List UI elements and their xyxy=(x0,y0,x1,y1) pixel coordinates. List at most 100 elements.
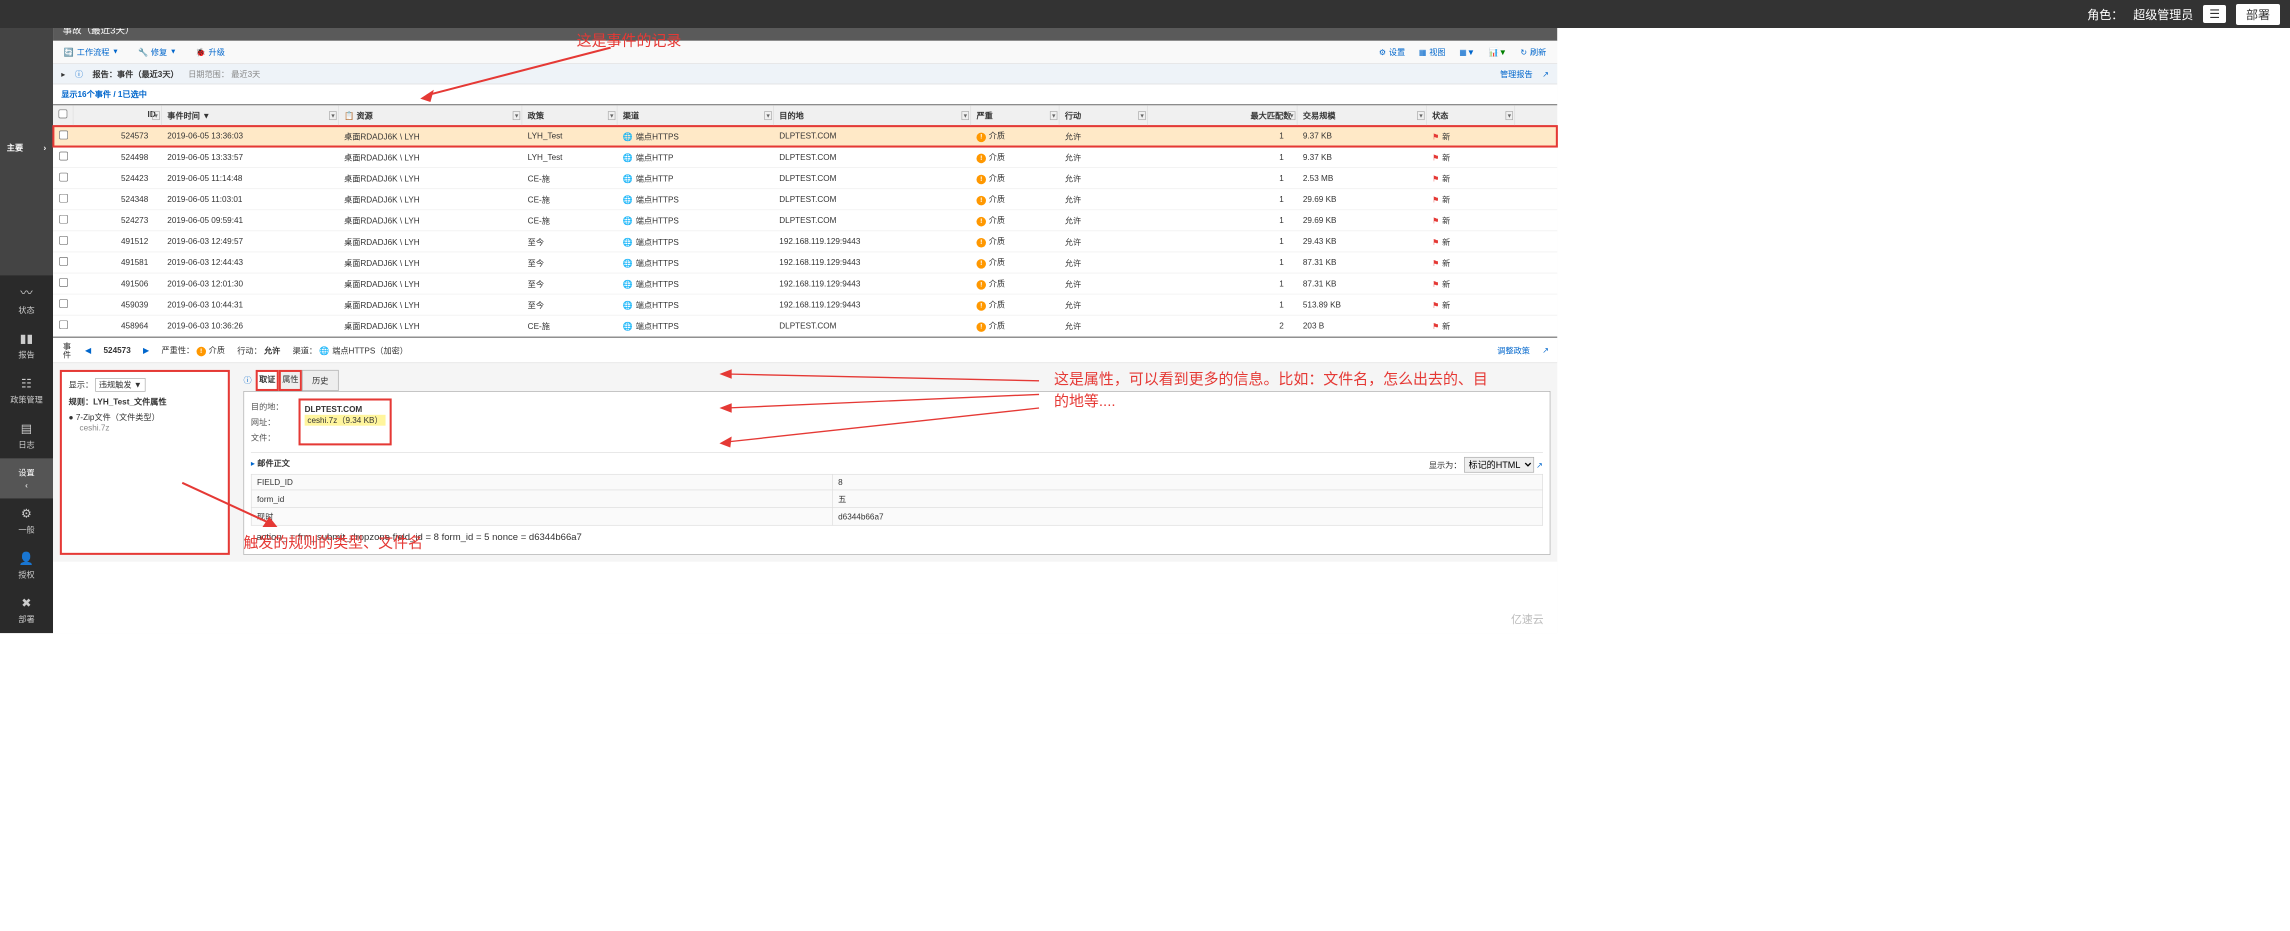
table-row[interactable]: 4589642019-06-03 10:36:26桌面RDADJ6K \ LYH… xyxy=(53,316,1557,337)
row-checkbox[interactable] xyxy=(59,236,68,245)
rule-file: ceshi.7z xyxy=(80,423,221,433)
deploy-button[interactable]: 部署 xyxy=(2236,4,2280,25)
detail-header: 事件 ◀ 524573 ▶ 严重性： !介质 行动： 允许 渠道： 🌐端点HTT… xyxy=(53,338,1557,363)
sidebar-auth[interactable]: 👤授权 xyxy=(0,543,53,588)
file-value: ceshi.7z（9.34 KB） xyxy=(305,415,386,426)
sidebar-policy[interactable]: ☷政策管理 xyxy=(0,369,53,414)
layout-icon[interactable]: ▦▼ xyxy=(1456,44,1477,61)
tab-evidence[interactable]: 取证 xyxy=(256,370,279,391)
row-checkbox[interactable] xyxy=(59,152,68,161)
row-checkbox[interactable] xyxy=(59,320,68,329)
action-line: action_ = frm_submit_dropzone field_id =… xyxy=(251,526,1543,548)
rule-title: 规则：LYH_Test_文件属性 xyxy=(69,396,221,408)
row-checkbox[interactable] xyxy=(59,194,68,203)
rule-item: 7-Zip文件（文件类型） xyxy=(76,413,160,423)
sidebar-status[interactable]: 〰状态 xyxy=(0,275,53,323)
info-icon[interactable]: ⓘ xyxy=(75,68,83,80)
col-channel[interactable]: 渠道▾ xyxy=(617,105,773,125)
col-trans[interactable]: 交易规模▾ xyxy=(1297,105,1426,125)
table-row[interactable]: 5244232019-06-05 11:14:48桌面RDADJ6K \ LYH… xyxy=(53,168,1557,189)
workflow-icon: 🔄 xyxy=(64,47,74,57)
external-icon[interactable]: ↗ xyxy=(1542,69,1549,79)
col-status[interactable]: 状态▾ xyxy=(1427,105,1515,125)
table-row[interactable]: 4915122019-06-03 12:49:57桌面RDADJ6K \ LYH… xyxy=(53,231,1557,252)
workflow-button[interactable]: 🔄工作流程▼ xyxy=(61,44,121,61)
sidebar-deploy[interactable]: ✖部署 xyxy=(0,588,53,633)
row-checkbox[interactable] xyxy=(59,257,68,266)
expand-icon[interactable]: ▸ xyxy=(61,69,65,79)
refresh-icon: ↻ xyxy=(1520,47,1527,57)
sidebar-settings[interactable]: 设置‹ xyxy=(0,458,53,498)
row-checkbox[interactable] xyxy=(59,173,68,182)
col-resource[interactable]: 📋 资源▾ xyxy=(339,105,523,125)
table-row[interactable]: 5244982019-06-05 13:33:57桌面RDADJ6K \ LYH… xyxy=(53,147,1557,168)
row-checkbox[interactable] xyxy=(59,299,68,308)
wrench-icon: ✖ xyxy=(21,596,31,610)
rule-box: 显示： 违规触发 ▼ 规则：LYH_Test_文件属性 ● 7-Zip文件（文件… xyxy=(60,370,230,555)
table-row[interactable]: 4915062019-06-03 12:01:30桌面RDADJ6K \ LYH… xyxy=(53,273,1557,294)
side-label: 事件 xyxy=(61,342,73,358)
table-row[interactable]: 5242732019-06-05 09:59:41桌面RDADJ6K \ LYH… xyxy=(53,210,1557,231)
toolbar: 🔄工作流程▼ 🔧修复▼ 🐞升级 ⚙设置 ▦视图 ▦▼ 📊▼ ↻刷新 xyxy=(53,41,1557,64)
row-checkbox[interactable] xyxy=(59,278,68,287)
sidebar-report[interactable]: ▮▮报告 xyxy=(0,324,53,369)
detail-id: 524573 xyxy=(104,345,131,355)
file-info-box: DLPTEST.COM ceshi.7z（9.34 KB） xyxy=(299,398,392,445)
count-text: 显示16个事件 / 1已选中 xyxy=(53,84,1557,104)
pulse-icon: 〰 xyxy=(20,284,32,302)
adjust-policy-link[interactable]: 调整政策 xyxy=(1497,344,1530,356)
wrench-icon: 🔧 xyxy=(138,47,148,57)
prev-icon[interactable]: ◀ xyxy=(85,345,91,355)
manage-report-link[interactable]: 管理报告 xyxy=(1500,68,1533,80)
repair-button[interactable]: 🔧修复▼ xyxy=(135,44,179,61)
settings-button[interactable]: ⚙设置 xyxy=(1376,44,1408,61)
select-all-checkbox[interactable] xyxy=(58,109,67,118)
sidebar-log[interactable]: ▤日志 xyxy=(0,413,53,458)
tab-props[interactable]: 属性 xyxy=(279,370,302,391)
col-id[interactable]: ID▾ xyxy=(73,105,161,125)
table-row[interactable]: 5243482019-06-05 11:03:01桌面RDADJ6K \ LYH… xyxy=(53,189,1557,210)
bar-chart-icon: ▮▮ xyxy=(20,332,33,346)
upgrade-button[interactable]: 🐞升级 xyxy=(193,44,228,61)
table-row[interactable]: 5245732019-06-05 13:36:03桌面RDADJ6K \ LYH… xyxy=(53,126,1557,147)
tab-history[interactable]: 历史 xyxy=(302,370,339,391)
external-icon[interactable]: ↗ xyxy=(1536,460,1543,470)
table-row[interactable]: 4590392019-06-03 10:44:31桌面RDADJ6K \ LYH… xyxy=(53,294,1557,315)
col-dest[interactable]: 目的地▾ xyxy=(774,105,971,125)
detail-tabs: 取证 属性 历史 xyxy=(256,370,339,391)
main-panel: 事故（最近3天） 🔄工作流程▼ 🔧修复▼ 🐞升级 ⚙设置 ▦视图 ▦▼ 📊▼ ↻… xyxy=(53,0,1557,633)
view-button[interactable]: ▦视图 xyxy=(1416,44,1448,61)
event-grid: ID▾ 事件时间 ▼▾ 📋 资源▾ 政策▾ 渠道▾ 目的地▾ 严重▾ 行动▾ 最… xyxy=(53,104,1557,337)
grid-icon: ▦ xyxy=(1419,47,1427,57)
field-row: form_id五 xyxy=(251,490,1542,508)
refresh-button[interactable]: ↻刷新 xyxy=(1518,44,1549,61)
col-time[interactable]: 事件时间 ▼▾ xyxy=(162,105,339,125)
field-row: FIELD_ID8 xyxy=(251,474,1542,490)
grid-header: ID▾ 事件时间 ▼▾ 📋 资源▾ 政策▾ 渠道▾ 目的地▾ 严重▾ 行动▾ 最… xyxy=(53,105,1557,125)
col-action[interactable]: 行动▾ xyxy=(1059,105,1147,125)
row-checkbox[interactable] xyxy=(59,131,68,140)
chevron-right-icon: › xyxy=(44,142,47,152)
table-row[interactable]: 4915812019-06-03 12:44:43桌面RDADJ6K \ LYH… xyxy=(53,252,1557,273)
menu-icon[interactable]: ☰ xyxy=(2203,5,2226,23)
info-icon[interactable]: ⓘ xyxy=(243,374,251,386)
user-icon: 👤 xyxy=(19,551,34,565)
report-bar: ▸ ⓘ 报告：事件（最近3天） 日期范围： 最近3天 管理报告 ↗ xyxy=(53,64,1557,84)
external-icon[interactable]: ↗ xyxy=(1542,345,1549,355)
gear-icon: ⚙ xyxy=(21,507,32,521)
display-as-select[interactable]: 标记的HTML xyxy=(1464,457,1534,473)
col-policy[interactable]: 政策▾ xyxy=(522,105,617,125)
sidebar-main[interactable]: 主要 › xyxy=(0,19,53,275)
next-icon[interactable]: ▶ xyxy=(143,345,149,355)
row-checkbox[interactable] xyxy=(59,215,68,224)
field-table: FIELD_ID8form_id五现时d6344b66a7 xyxy=(251,474,1543,526)
expand-mail-icon[interactable]: ▸ xyxy=(251,458,255,468)
export-icon[interactable]: 📊▼ xyxy=(1486,44,1510,61)
sidebar: 主要 › 〰状态 ▮▮报告 ☷政策管理 ▤日志 设置‹ ⚙一般 👤授权 ✖部署 xyxy=(0,0,53,633)
col-match[interactable]: 最大匹配数▾ xyxy=(1148,105,1298,125)
role-label: 角色： xyxy=(2087,6,2123,23)
show-select[interactable]: 违规触发 ▼ xyxy=(95,378,145,392)
file-icon: ▤ xyxy=(21,422,33,436)
sidebar-general[interactable]: ⚙一般 xyxy=(0,498,53,543)
col-severity[interactable]: 严重▾ xyxy=(971,105,1059,125)
